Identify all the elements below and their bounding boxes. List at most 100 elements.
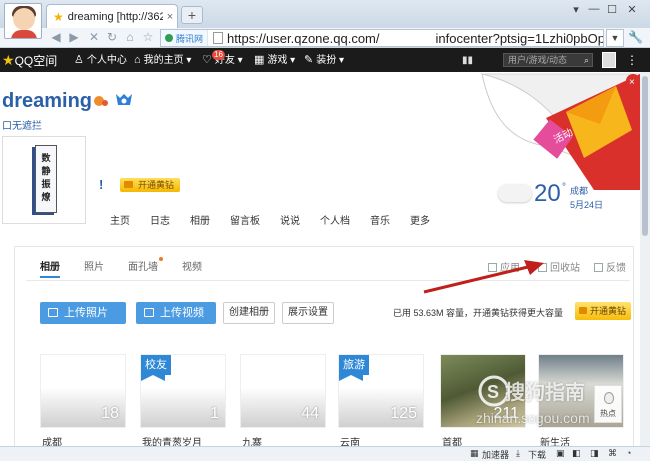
more-icon[interactable]: ⋮ [626,48,638,72]
album-count: 125 [390,405,417,422]
tab-album[interactable]: 相册 [190,212,210,227]
url-text-part2: infocenter?ptsig=1Lzhi0pbOpo: [435,30,604,46]
tab-face-wall[interactable]: 面孔墙 [128,257,163,273]
feedback-link[interactable]: 反馈 [594,259,626,274]
tab-album-main[interactable]: 相册 [40,258,60,278]
new-dot-icon [159,257,163,261]
search-icon[interactable]: ⌕ [584,54,589,66]
qzone-search-input[interactable]: 用户/游戏/动态 ⌕ [503,53,593,67]
tools-icon[interactable]: 🔧 [628,30,643,44]
page-icon [213,32,224,44]
status-icon-2[interactable]: ◧ [572,448,581,459]
vip-level-icon [94,94,132,106]
feedback-label: 反馈 [606,263,626,274]
feedback-icon [594,263,603,272]
album-card[interactable]: 校友 1 [140,354,226,428]
watermark-url: zhinan.sogou.com [476,410,590,426]
favorite-star-icon: ★ [53,9,64,24]
page-scrollbar[interactable] [640,72,650,446]
minimize-icon[interactable]: — [586,3,602,15]
upload-video-button[interactable]: 上传视频 [136,302,216,324]
qzone-top-nav: ★QQ空间 ♙ 个人中心 ⌂ 我的主页 ▾ ♡ 16 好友 ▾ ▦ 游戏 ▾ ✎ 装扮 ▾ … [0,48,650,72]
capacity-text: 已用 53.63M 容量，开通黄钻获得更大容量 [393,308,564,318]
site-badge-label: 腾讯网 [176,33,204,44]
qzone-logo[interactable]: ★QQ空间 [2,48,57,72]
nav-personal-center[interactable]: ♙ 个人中心 [74,48,127,72]
upload-video-label: 上传视频 [160,307,204,319]
open-vip-small-button[interactable]: 开通黄钻 [575,302,632,320]
tab-music[interactable]: 音乐 [370,212,390,227]
forward-icon[interactable]: ▶ [66,30,82,44]
tab-status[interactable]: 说说 [280,212,300,227]
nav-friends[interactable]: ♡ 16 好友 ▾ [202,48,243,72]
games-icon: ▦ [254,54,265,66]
watermark-text: 搜狗指南 [505,382,585,404]
friends-badge: 16 [212,50,225,60]
exclaim-mark: ! [99,177,104,192]
tab-label: 面孔墙 [128,262,158,273]
promo-peel-corner[interactable]: 活动 × [476,72,640,190]
weather-date: 5月24日 [570,200,604,210]
search-placeholder: 用户/游戏/动态 [508,55,568,65]
download-icon: ⤓ [516,448,520,458]
url-bar[interactable]: 腾讯网 https://user.qzone.qq.com/ infocente… [160,29,604,47]
user-avatar[interactable] [4,3,42,39]
signature-link[interactable]: 口无遮拦 [2,117,42,132]
favorites-icon[interactable]: ☆ [140,30,156,44]
tab-blog[interactable]: 日志 [150,212,170,227]
upload-photo-label: 上传照片 [64,307,108,319]
nav-label: 我的主页 [143,55,184,66]
tab-photos[interactable]: 照片 [84,258,104,273]
upload-photo-button[interactable]: 上传照片 [40,302,126,324]
album-card[interactable]: 旅游 125 [338,354,424,428]
my-avatar-mini[interactable] [602,52,616,68]
site-badge-icon [165,34,173,42]
profile-tabs: 主页 日志 相册 留言板 说说 个人档 音乐 更多 [110,212,450,227]
site-badge[interactable]: 腾讯网 [161,30,209,46]
nav-decorate[interactable]: ✎ 装扮 ▾ [304,48,344,72]
status-icon-3[interactable]: ◨ [590,448,599,459]
back-icon[interactable]: ◀ [48,30,64,44]
tab-video[interactable]: 视频 [182,258,202,273]
album-card[interactable]: 44 [240,354,326,428]
download-button[interactable]: 下载 [528,448,546,461]
nav-my-home[interactable]: ⌂ 我的主页 ▾ [134,48,191,72]
status-icon-5[interactable]: ◔ [626,448,631,458]
album-tag: 旅游 [339,355,369,381]
signal-icon[interactable]: ▮▮ [462,55,473,66]
book-image: 数 静 振 燎 [35,145,57,213]
annotation-arrow [423,260,544,294]
tab-home[interactable]: 主页 [110,212,130,227]
upload-photo-icon [48,308,58,317]
username[interactable]: dreaming [2,90,92,113]
tab-profile[interactable]: 个人档 [320,212,350,227]
level-icons[interactable] [92,92,136,111]
home-icon[interactable]: ⌂ [122,30,138,44]
maximize-icon[interactable]: ☐ [604,3,620,16]
create-album-button[interactable]: 创建相册 [223,302,275,324]
window-close-icon[interactable]: ✕ [624,3,640,16]
url-redacted [379,31,436,45]
new-tab-button[interactable]: + [181,6,203,24]
accelerator-button[interactable]: 加速器 [482,448,509,461]
profile-photo[interactable]: 数 静 振 燎 [2,136,86,224]
nav-games[interactable]: ▦ 游戏 ▾ [254,48,295,72]
display-settings-button[interactable]: 展示设置 [282,302,334,324]
book-title: 数 静 振 燎 [41,153,51,202]
refresh-icon[interactable]: ↻ [104,30,120,44]
url-dropdown-icon[interactable]: ▼ [606,29,624,47]
browser-tab[interactable]: ★ dreaming [http://362125 × [46,4,178,28]
menu-icon[interactable]: ▾ [568,3,584,16]
album-card[interactable]: 18 [40,354,126,428]
scroll-thumb[interactable] [642,76,648,236]
status-icon-4[interactable]: ⌘ [608,448,617,459]
nav-label: 游戏 [267,55,288,66]
album-count: 1 [210,405,219,422]
tab-more[interactable]: 更多 [410,212,430,227]
url-text-part1: https://user.qzone.qq.com/ [227,30,380,46]
open-vip-button[interactable]: 开通黄钻 [120,178,181,192]
tab-close-icon[interactable]: × [163,11,177,23]
tab-guestbook[interactable]: 留言板 [230,212,260,227]
stop-icon[interactable]: ✕ [86,30,102,44]
status-icon-1[interactable]: ▣ [556,448,565,459]
